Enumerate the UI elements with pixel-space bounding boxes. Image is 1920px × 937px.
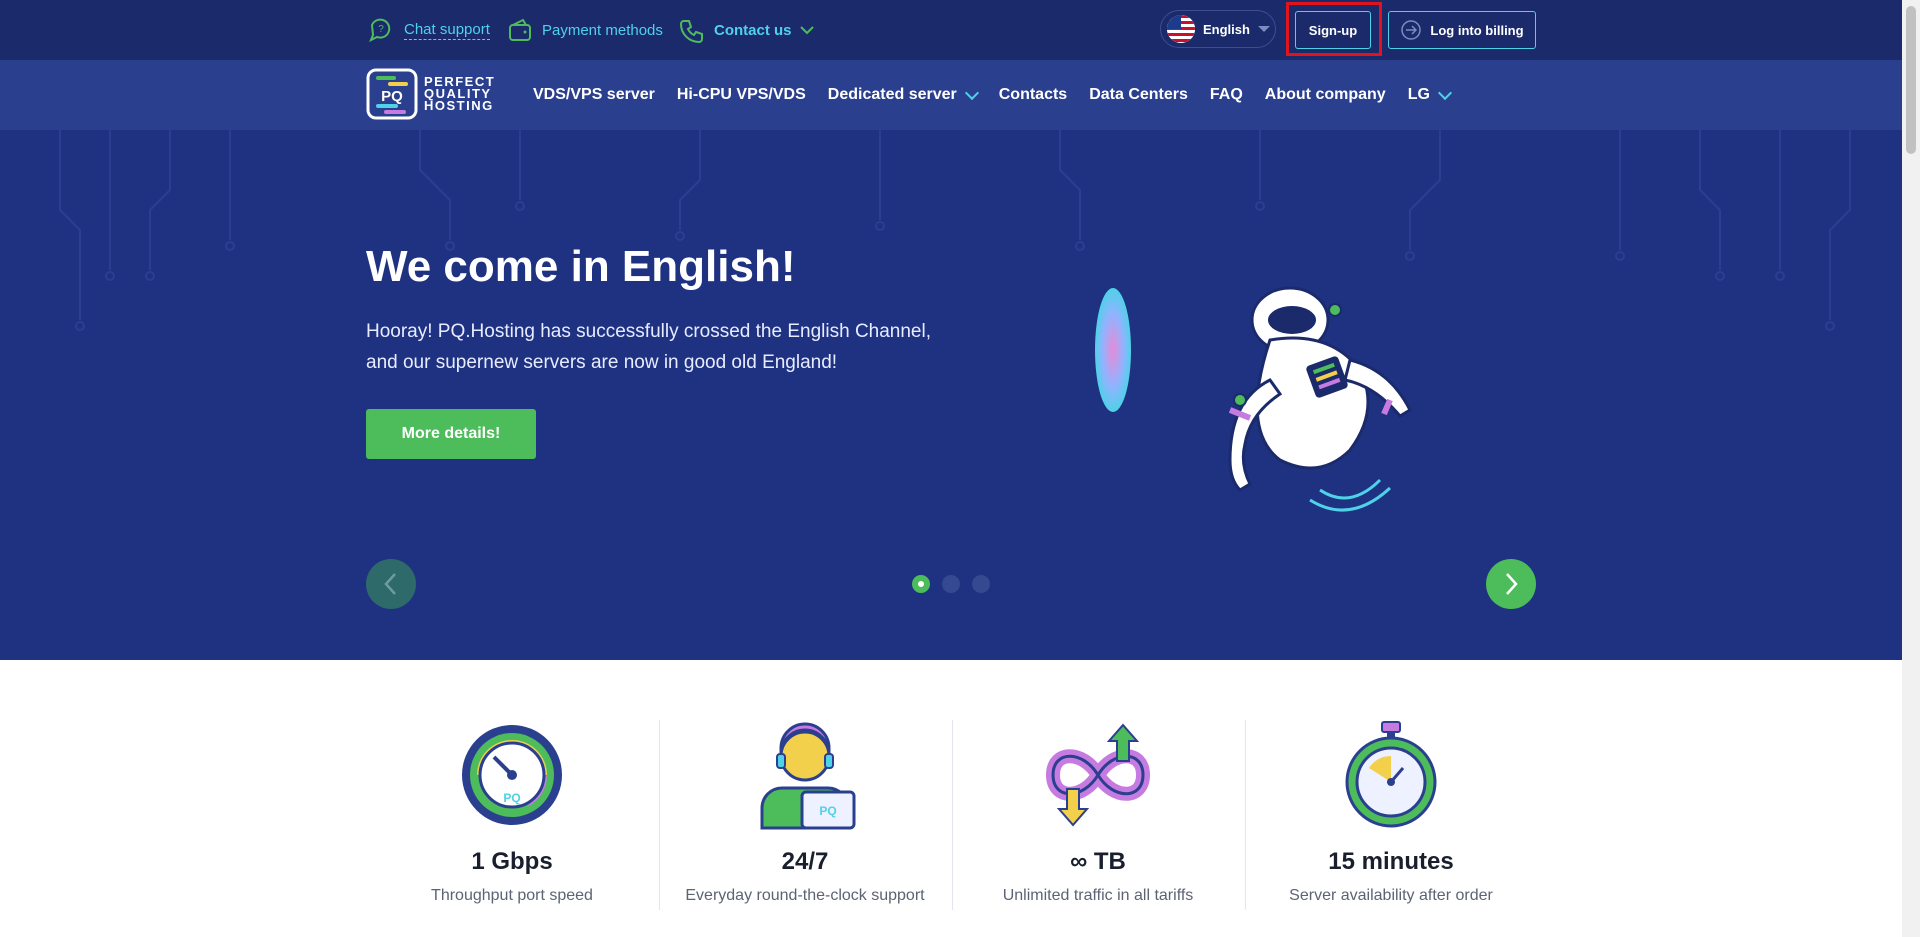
feature-availability: 15 minutes Server availability after ord…	[1245, 720, 1537, 910]
nav-label: Dedicated server	[827, 86, 957, 103]
more-details-label: More details!	[401, 425, 501, 442]
feature-description: Throughput port speed	[431, 887, 593, 904]
payment-methods-link[interactable]: Payment methods	[506, 0, 663, 60]
svg-text:?: ?	[378, 24, 384, 35]
svg-text:PQ: PQ	[381, 88, 403, 105]
nav-label: Hi-CPU VPS/VDS	[676, 86, 806, 103]
support-agent-icon: PQ	[760, 722, 856, 830]
feature-port-speed: PQ 1 Gbps Throughput port speed	[366, 720, 658, 910]
login-billing-button[interactable]: Log into billing	[1388, 11, 1536, 49]
feature-description: Server availability after order	[1289, 887, 1493, 904]
robot-illustration	[1228, 286, 1412, 512]
nav-label: About company	[1264, 86, 1386, 103]
contact-us-dropdown[interactable]: Contact us	[678, 0, 814, 60]
wallet-icon	[509, 18, 531, 41]
feature-value: 24/7	[781, 848, 829, 875]
nav-item-about-company[interactable]: About company	[1265, 86, 1386, 104]
nav-item-lg[interactable]: LG	[1407, 85, 1452, 104]
login-arrow-icon	[1401, 20, 1422, 40]
nav-label: VDS/VPS server	[533, 86, 655, 103]
svg-text:PQ: PQ	[819, 804, 836, 818]
feature-value: 15 minutes	[1328, 848, 1454, 875]
feature-support: PQ 24/7 Everyday round-the-clock support	[659, 720, 951, 910]
portal-illustration	[1095, 288, 1131, 412]
feature-traffic: ∞ TB Unlimited traffic in all tariffs	[952, 720, 1244, 910]
feature-value: ∞ TB	[1070, 848, 1126, 875]
phone-icon	[679, 20, 703, 44]
language-label: English	[1203, 21, 1250, 37]
more-details-button[interactable]: More details!	[366, 409, 536, 459]
page-scrollbar[interactable]	[1902, 0, 1920, 937]
chevron-right-icon	[1506, 573, 1518, 595]
caret-down-icon	[1257, 26, 1270, 32]
nav-label: Contacts	[998, 86, 1068, 103]
nav-item-hi-cpu[interactable]: Hi-CPU VPS/VDS	[677, 86, 806, 104]
nav-item-dedicated-server[interactable]: Dedicated server	[827, 85, 979, 104]
hero-slider: We come in English! Hooray! PQ.Hosting h…	[0, 130, 1902, 660]
pq-logo-icon: PQ	[366, 68, 418, 120]
chat-support-link[interactable]: ? Chat support	[366, 0, 490, 60]
nav-menu: VDS/VPS server Hi-CPU VPS/VDS Dedicated …	[533, 60, 1472, 130]
nav-label: LG	[1407, 86, 1430, 103]
top-bar: ? Chat support Payment methods Contact u…	[0, 0, 1902, 60]
slider-pagination	[912, 575, 990, 593]
chevron-down-icon	[1437, 85, 1452, 100]
main-navigation: PQ PERFECT QUALITY HOSTING VDS/VPS serve…	[0, 60, 1902, 130]
slider-dot-2[interactable]	[942, 575, 960, 593]
slider-prev-button[interactable]	[366, 559, 416, 609]
language-selector[interactable]: English	[1160, 10, 1276, 48]
chevron-left-icon	[384, 573, 396, 595]
nav-label: Data Centers	[1089, 86, 1188, 103]
feature-description: Everyday round-the-clock support	[685, 887, 925, 904]
slider-dot-3[interactable]	[972, 575, 990, 593]
stopwatch-icon	[1345, 721, 1437, 828]
nav-item-data-centers[interactable]: Data Centers	[1089, 86, 1188, 104]
chevron-down-icon	[964, 85, 979, 100]
us-flag-icon	[1167, 15, 1195, 43]
logo-wordmark: PERFECT QUALITY HOSTING	[424, 75, 495, 113]
payment-methods-label: Payment methods	[542, 21, 663, 39]
slider-next-button[interactable]	[1486, 559, 1536, 609]
nav-item-contacts[interactable]: Contacts	[999, 86, 1067, 104]
nav-item-vds-vps[interactable]: VDS/VPS server	[533, 86, 655, 104]
hero-title: We come in English!	[366, 242, 796, 291]
slider-dot-1[interactable]	[912, 575, 930, 593]
signup-button[interactable]: Sign-up	[1295, 11, 1371, 49]
feature-description: Unlimited traffic in all tariffs	[1002, 887, 1194, 904]
chat-support-label: Chat support	[404, 20, 490, 40]
hero-description: Hooray! PQ.Hosting has successfully cros…	[366, 321, 931, 373]
chevron-down-icon	[799, 26, 814, 35]
svg-text:PQ: PQ	[503, 791, 520, 805]
site-logo[interactable]: PQ PERFECT QUALITY HOSTING	[366, 68, 495, 120]
nav-item-faq[interactable]: FAQ	[1210, 86, 1243, 104]
nav-label: FAQ	[1209, 86, 1243, 103]
signup-label: Sign-up	[1308, 22, 1358, 38]
login-label: Log into billing	[1430, 22, 1524, 38]
chat-bubble-icon: ?	[369, 18, 391, 43]
features-section: PQ 1 Gbps Throughput port speed PQ 24/7 …	[366, 720, 1536, 910]
feature-value: 1 Gbps	[471, 848, 553, 875]
scrollbar-thumb[interactable]	[1906, 6, 1916, 154]
contact-us-label: Contact us	[714, 21, 792, 39]
infinity-traffic-icon	[1045, 723, 1151, 827]
logo-line-3: HOSTING	[424, 98, 494, 113]
speedometer-icon: PQ	[462, 725, 562, 825]
